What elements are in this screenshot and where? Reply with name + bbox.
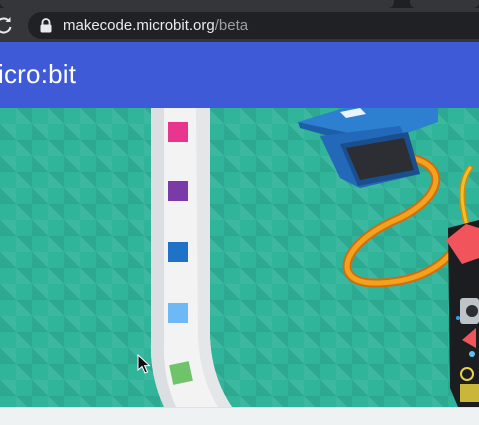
active-tab[interactable]: [0, 0, 394, 8]
url-field[interactable]: makecode.microbit.org/beta: [28, 12, 479, 39]
app-header: icro:bit: [0, 42, 479, 108]
page-bottom-strip: [0, 407, 479, 425]
color-strip: [150, 108, 232, 407]
microbit-board: [446, 220, 479, 407]
green-square: [169, 361, 193, 385]
reload-icon[interactable]: [0, 15, 14, 35]
servo-motor: [298, 108, 438, 188]
url-host: makecode.microbit.org: [63, 17, 215, 34]
microbit-brand-title[interactable]: icro:bit: [0, 59, 76, 90]
pink-square: [168, 122, 188, 142]
blue-square: [168, 242, 188, 262]
inactive-tab[interactable]: [410, 0, 479, 8]
hero-scene: [150, 108, 479, 407]
url-path: /beta: [214, 17, 249, 34]
mouse-cursor-icon: [137, 354, 151, 374]
browser-tab-strip: [0, 0, 479, 8]
url-text: makecode.microbit.org/beta: [63, 17, 248, 34]
lock-icon[interactable]: [39, 18, 53, 33]
light-blue-square: [168, 303, 188, 323]
purple-square: [168, 181, 188, 201]
browser-address-bar: makecode.microbit.org/beta: [0, 8, 479, 42]
hero-illustration: [0, 108, 479, 407]
